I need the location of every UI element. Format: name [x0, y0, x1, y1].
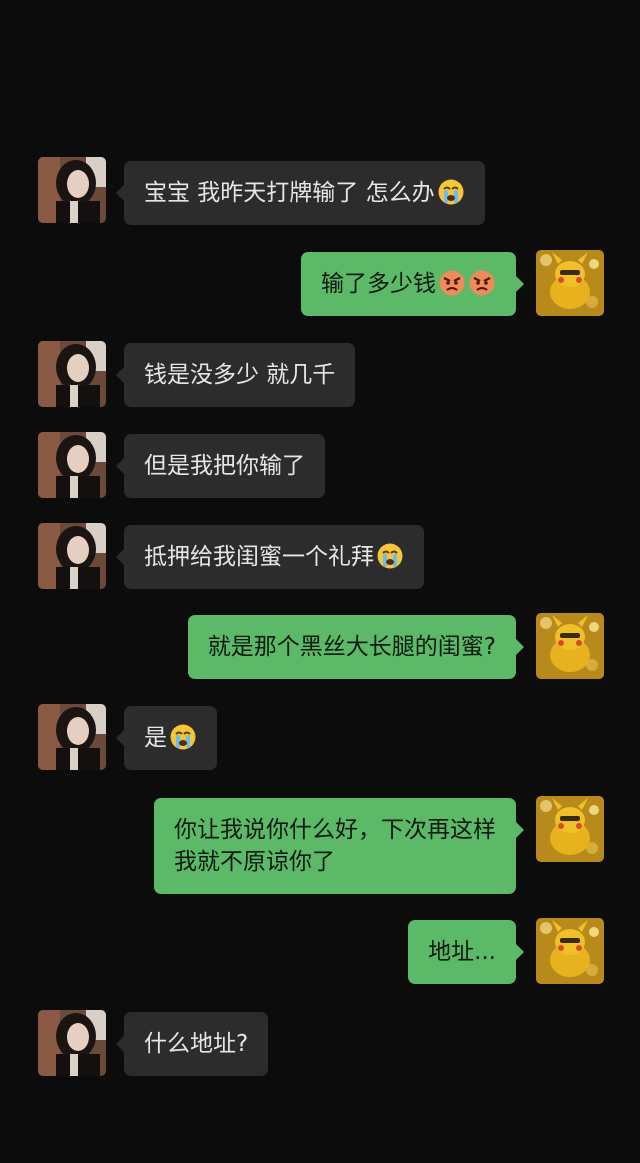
girl-avatar[interactable]: [38, 341, 106, 407]
message-text: 钱是没多少 就几千: [144, 362, 336, 388]
girl-avatar[interactable]: [38, 432, 106, 498]
chat-message-list[interactable]: 宝宝 我昨天打牌输了 怎么办 输了多少钱 钱是没多少 就几千 但是我把你输了 抵…: [0, 0, 640, 1163]
angry-face-icon: [438, 269, 466, 297]
crying-face-icon: [169, 723, 197, 751]
girl-avatar[interactable]: [38, 523, 106, 589]
message-bubble[interactable]: 你让我说你什么好，下次再这样 我就不原谅你了: [154, 798, 524, 894]
message-bubble[interactable]: 就是那个黑丝大长腿的闺蜜?: [187, 615, 525, 679]
pikachu-avatar[interactable]: [536, 613, 604, 679]
message-bubble[interactable]: 是: [116, 706, 217, 770]
girl-avatar[interactable]: [38, 1010, 106, 1076]
message-bubble[interactable]: 但是我把你输了: [116, 434, 325, 498]
message-text: 你让我说你什么好，下次再这样 我就不原谅你了: [174, 817, 496, 875]
message-text: 但是我把你输了: [144, 453, 305, 479]
message-text: 地址...: [428, 939, 496, 965]
angry-face-icon: [468, 269, 496, 297]
message-bubble[interactable]: 地址...: [408, 920, 524, 984]
girl-avatar[interactable]: [38, 157, 106, 223]
message-bubble[interactable]: 输了多少钱: [301, 252, 524, 316]
message-text: 什么地址?: [144, 1031, 249, 1057]
message-text: 宝宝 我昨天打牌输了 怎么办: [144, 180, 435, 206]
message-bubble[interactable]: 钱是没多少 就几千: [115, 343, 356, 407]
message-text: 抵押给我闺蜜一个礼拜: [144, 544, 374, 570]
pikachu-avatar[interactable]: [536, 918, 604, 984]
pikachu-avatar[interactable]: [536, 250, 604, 316]
message-text: 输了多少钱: [321, 271, 436, 297]
message-bubble[interactable]: 宝宝 我昨天打牌输了 怎么办: [116, 161, 485, 225]
message-text: 是: [144, 725, 167, 751]
crying-face-icon: [376, 542, 404, 570]
girl-avatar[interactable]: [38, 704, 106, 770]
crying-face-icon: [437, 178, 465, 206]
message-bubble[interactable]: 什么地址?: [115, 1012, 269, 1076]
pikachu-avatar[interactable]: [536, 796, 604, 862]
message-bubble[interactable]: 抵押给我闺蜜一个礼拜: [116, 525, 424, 589]
message-text: 就是那个黑丝大长腿的闺蜜?: [207, 634, 496, 660]
